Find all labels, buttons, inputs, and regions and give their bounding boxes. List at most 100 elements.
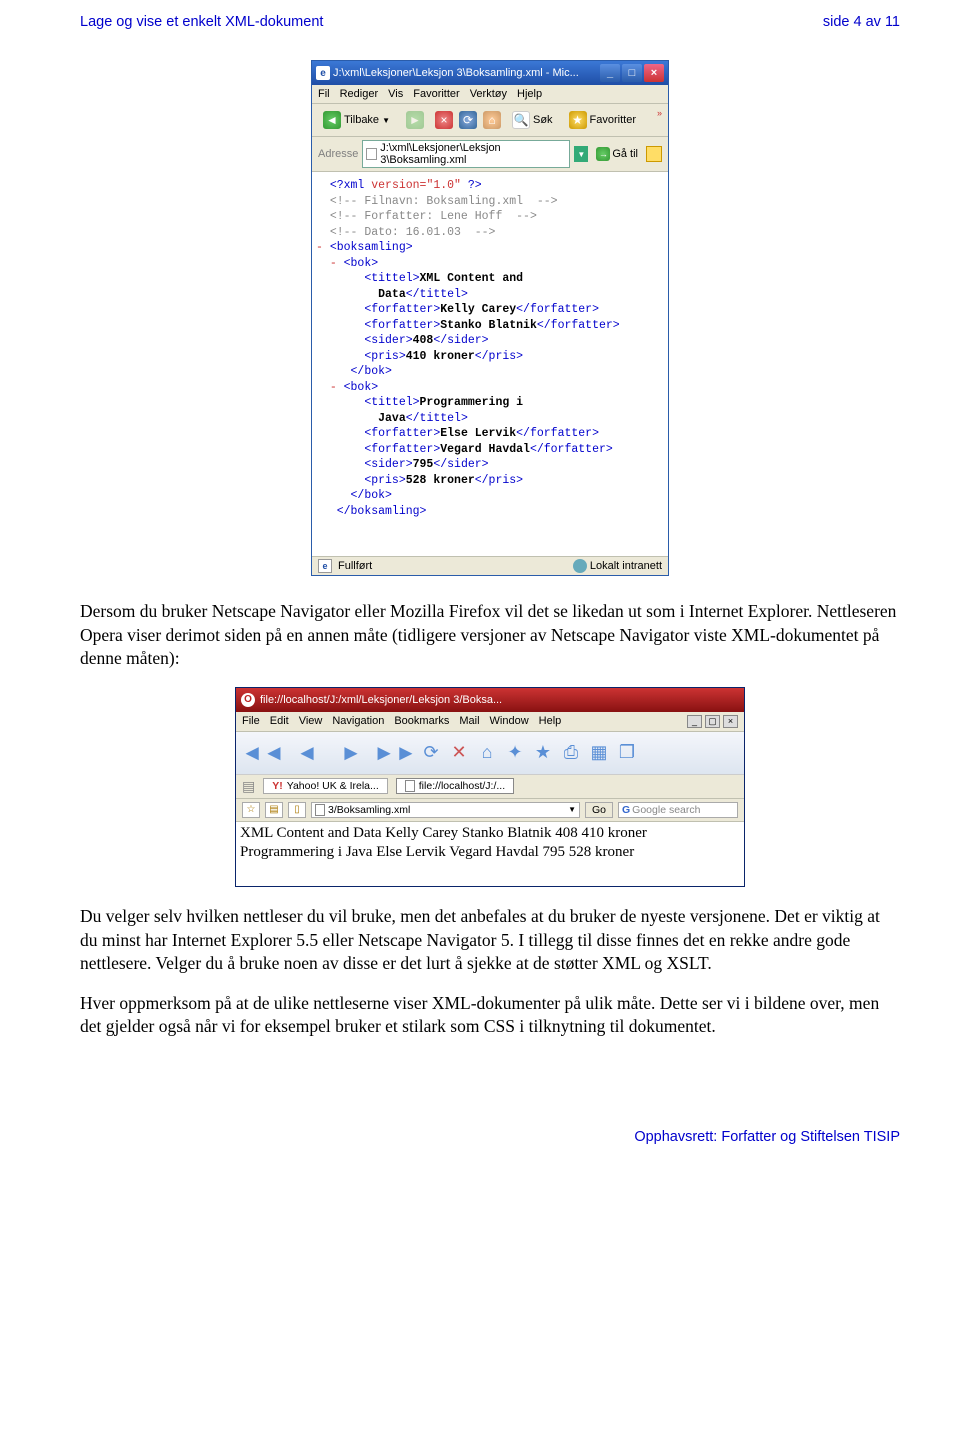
chevron-down-icon: ▼	[382, 116, 390, 125]
go-button[interactable]: → Gå til	[592, 146, 642, 162]
menu-hjelp[interactable]: Hjelp	[517, 88, 542, 100]
favorites-button[interactable]: ★ Favoritter	[564, 108, 641, 132]
links-icon[interactable]	[646, 146, 662, 162]
home-icon[interactable]: ⌂	[483, 111, 501, 129]
panel-icon-1[interactable]: ☆	[242, 802, 260, 818]
menu-bookmarks[interactable]: Bookmarks	[394, 715, 449, 727]
menu-mail[interactable]: Mail	[459, 715, 479, 727]
search-button[interactable]: 🔍 Søk	[507, 108, 558, 132]
paragraph-3: Hver oppmerksom på at de ulike nettleser…	[80, 992, 900, 1039]
menu-vis[interactable]: Vis	[388, 88, 403, 100]
minimize-button[interactable]: _	[600, 64, 620, 82]
address-dropdown-icon[interactable]: ▼	[574, 146, 588, 162]
overflow-icon[interactable]: »	[657, 108, 662, 118]
ie-titlebar: e J:\xml\Leksjoner\Leksjon 3\Boksamling.…	[312, 61, 668, 85]
rewind-button[interactable]: ◄◄	[242, 736, 284, 770]
tab-file[interactable]: file://localhost/J:/...	[396, 778, 514, 794]
menu-view[interactable]: View	[299, 715, 323, 727]
maximize-button[interactable]: □	[622, 64, 642, 82]
page-number: side 4 av 11	[823, 14, 900, 30]
ie-toolbar: ◄ Tilbake ▼ ► × ⟳ ⌂ 🔍 Søk ★ Favoritter	[312, 104, 668, 137]
ie-menubar: Fil Rediger Vis Favoritter Verktøy Hjelp	[312, 85, 668, 104]
paragraph-1: Dersom du bruker Netscape Navigator elle…	[80, 600, 900, 671]
tile-icon[interactable]: ▦	[586, 740, 612, 766]
opera-title: file://localhost/J:/xml/Leksjoner/Leksjo…	[260, 694, 739, 706]
ie-content: <?xml version="1.0" ?> <!-- Filnavn: Bok…	[312, 172, 668, 556]
window-title: J:\xml\Leksjoner\Leksjon 3\Boksamling.xm…	[333, 67, 597, 79]
panel-icon-2[interactable]: ▤	[265, 802, 283, 818]
bookmark-star-icon[interactable]: ★	[530, 740, 556, 766]
back-button[interactable]: ◄ Tilbake ▼	[318, 108, 395, 132]
menu-rediger[interactable]: Rediger	[340, 88, 379, 100]
tab-yahoo-label: Yahoo! UK & Irela...	[287, 780, 379, 792]
menu-navigation[interactable]: Navigation	[332, 715, 384, 727]
menu-edit[interactable]: Edit	[270, 715, 289, 727]
search-icon: 🔍	[512, 111, 530, 129]
back-icon: ◄	[323, 111, 341, 129]
done-icon: e	[318, 559, 332, 573]
forward-icon: ►	[406, 111, 424, 129]
home-icon[interactable]: ⌂	[474, 740, 500, 766]
new-tab-icon[interactable]: ▤	[242, 778, 255, 795]
google-icon: G	[622, 804, 630, 816]
opera-addressbar: ☆ ▤ ▯ 3/Boksamling.xml ▼ Go G Google sea…	[236, 799, 744, 822]
reload-icon[interactable]: ⟳	[418, 740, 444, 766]
menu-help[interactable]: Help	[539, 715, 562, 727]
ie-statusbar: e Fullført Lokalt intranett	[312, 556, 668, 575]
go-icon: →	[596, 147, 610, 161]
menu-fil[interactable]: Fil	[318, 88, 330, 100]
minimize-button[interactable]: _	[687, 715, 702, 728]
panel-icon-3[interactable]: ▯	[288, 802, 306, 818]
opera-toolbar: ◄◄ ◄ ► ►► ⟳ ✕ ⌂ ✦ ★ ⎙ ▦ ❐	[236, 732, 744, 775]
doc-title: Lage og vise et enkelt XML-dokument	[80, 14, 323, 30]
forward-button[interactable]: ►	[330, 736, 372, 770]
tab-file-label: file://localhost/J:/...	[419, 780, 505, 792]
address-value: J:\xml\Leksjoner\Leksjon 3\Boksamling.xm…	[380, 142, 566, 166]
address-field[interactable]: J:\xml\Leksjoner\Leksjon 3\Boksamling.xm…	[362, 140, 570, 168]
back-label: Tilbake	[344, 114, 379, 126]
opera-titlebar: O file://localhost/J:/xml/Leksjoner/Leks…	[236, 688, 744, 712]
menu-favoritter[interactable]: Favoritter	[413, 88, 459, 100]
opera-address-field[interactable]: 3/Boksamling.xml ▼	[311, 802, 580, 818]
stop-icon[interactable]: ×	[435, 111, 453, 129]
page-footer: Opphavsrett: Forfatter og Stiftelsen TIS…	[80, 1129, 900, 1145]
opera-logo-icon: O	[241, 693, 255, 707]
favorites-label: Favoritter	[590, 114, 636, 126]
refresh-icon[interactable]: ⟳	[459, 111, 477, 129]
forward-button[interactable]: ►	[401, 108, 429, 132]
dropdown-icon[interactable]: ▼	[568, 805, 576, 814]
ie-addressbar: Adresse J:\xml\Leksjoner\Leksjon 3\Boksa…	[312, 137, 668, 172]
address-label: Adresse	[318, 148, 358, 160]
back-button[interactable]: ◄	[286, 736, 328, 770]
maximize-button[interactable]: ▢	[705, 715, 720, 728]
file-tab-icon	[405, 780, 415, 792]
zone-icon	[573, 559, 587, 573]
wand-icon[interactable]: ✦	[502, 740, 528, 766]
search-placeholder: Google search	[632, 804, 700, 816]
ie-window: e J:\xml\Leksjoner\Leksjon 3\Boksamling.…	[311, 60, 669, 576]
fast-forward-button[interactable]: ►►	[374, 736, 416, 770]
star-icon: ★	[569, 111, 587, 129]
xml-file-icon	[366, 148, 377, 160]
ie-logo-icon: e	[316, 66, 330, 80]
close-button[interactable]: ×	[723, 715, 738, 728]
close-button[interactable]: ×	[644, 64, 664, 82]
opera-go-button[interactable]: Go	[585, 802, 613, 818]
status-zone: Lokalt intranett	[590, 560, 662, 572]
menu-file[interactable]: File	[242, 715, 260, 727]
opera-menubar: File Edit View Navigation Bookmarks Mail…	[236, 712, 744, 732]
cascade-icon[interactable]: ❐	[614, 740, 640, 766]
opera-window: O file://localhost/J:/xml/Leksjoner/Leks…	[235, 687, 745, 887]
tab-yahoo[interactable]: Y! Yahoo! UK & Irela...	[263, 778, 388, 794]
paragraph-2: Du velger selv hvilken nettleser du vil …	[80, 905, 900, 976]
stop-icon[interactable]: ✕	[446, 740, 472, 766]
opera-content: XML Content and Data Kelly Carey Stanko …	[236, 822, 744, 886]
menu-window[interactable]: Window	[490, 715, 529, 727]
opera-search-field[interactable]: G Google search	[618, 802, 738, 818]
file-icon	[315, 804, 325, 816]
print-icon[interactable]: ⎙	[558, 740, 584, 766]
menu-verktoy[interactable]: Verktøy	[470, 88, 507, 100]
opera-address-value: 3/Boksamling.xml	[328, 804, 410, 816]
status-done: Fullført	[338, 560, 372, 572]
opera-tabbar: ▤ Y! Yahoo! UK & Irela... file://localho…	[236, 775, 744, 799]
